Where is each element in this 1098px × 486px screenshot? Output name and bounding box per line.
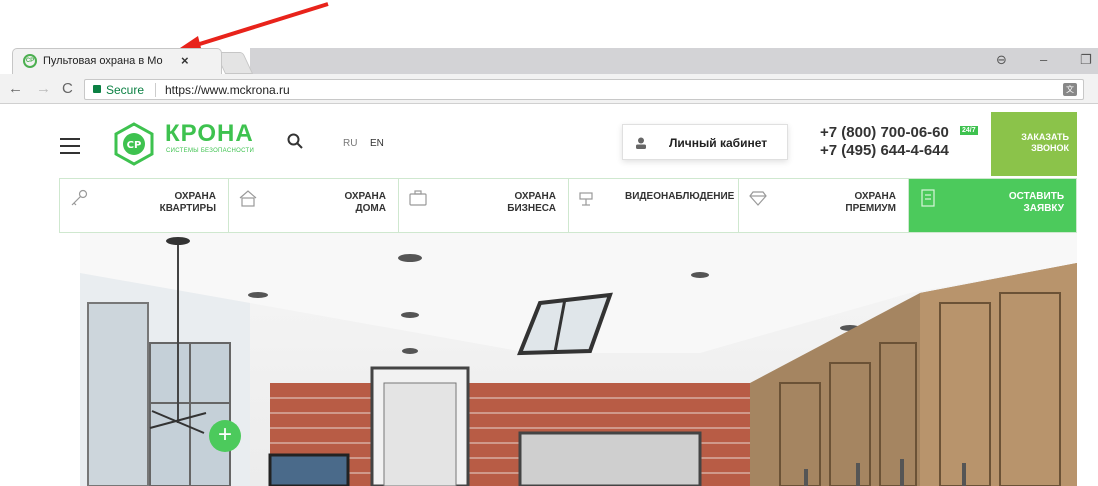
- callback-label: ЗАКАЗАТЬ ЗВОНОК: [1021, 132, 1069, 153]
- browser-tab[interactable]: CP Пультовая охрана в Мо ×: [12, 48, 222, 74]
- url-text[interactable]: https://www.mckrona.ru: [165, 83, 290, 97]
- tab-close-icon[interactable]: ×: [181, 53, 189, 68]
- menu-icon[interactable]: [60, 138, 80, 154]
- lang-en-link[interactable]: EN: [370, 138, 384, 149]
- lock-icon: [93, 85, 101, 93]
- user-icon: [636, 137, 646, 149]
- secure-label: Secure: [106, 83, 145, 97]
- logo-tagline: СИСТЕМЫ БЕЗОПАСНОСТИ: [166, 148, 255, 154]
- nav-house-security[interactable]: ОХРАНА ДОМА: [229, 179, 399, 232]
- lang-ru-link[interactable]: RU: [343, 138, 357, 149]
- phone-secondary[interactable]: +7 (495) 644-4-644: [820, 142, 949, 159]
- nav-apartment-security[interactable]: ОХРАНА КВАРТИРЫ: [60, 179, 229, 232]
- key-icon: [71, 189, 88, 206]
- translate-icon[interactable]: 文: [1063, 83, 1077, 96]
- nav-business-security[interactable]: ОХРАНА БИЗНЕСА: [399, 179, 569, 232]
- nav-label: ОСТАВИТЬ ЗАЯВКУ: [1008, 191, 1064, 214]
- personal-cabinet-button[interactable]: Личный кабинет: [622, 124, 788, 160]
- nav-label: ОХРАНА ПРЕМИУМ: [845, 191, 896, 214]
- tab-strip-background: ⊖ – ❐: [250, 48, 1098, 74]
- restore-button[interactable]: ❐: [1080, 52, 1092, 68]
- search-icon[interactable]: [287, 133, 303, 149]
- forward-button[interactable]: →: [36, 80, 51, 97]
- order-callback-button[interactable]: ЗАКАЗАТЬ ЗВОНОК: [991, 112, 1077, 176]
- url-separator: [155, 83, 156, 97]
- briefcase-icon: [409, 190, 427, 206]
- url-input[interactable]: Secure https://www.mckrona.ru 文: [84, 79, 1084, 100]
- back-button[interactable]: ←: [8, 80, 23, 97]
- svg-text:CP: CP: [127, 140, 142, 151]
- nav-label: ОХРАНА ДОМА: [344, 191, 386, 214]
- document-icon: [921, 189, 935, 207]
- krona-logo-icon[interactable]: CP: [112, 122, 156, 166]
- tab-title: Пультовая охрана в Мо: [43, 55, 163, 67]
- nav-label: ВИДЕОНАБЛЮДЕНИЕ: [625, 191, 735, 202]
- phone-primary[interactable]: +7 (800) 700-06-60: [820, 124, 949, 141]
- minimize-button[interactable]: –: [1040, 52, 1047, 67]
- camera-icon: [579, 192, 593, 206]
- profile-icon[interactable]: ⊖: [996, 52, 1007, 68]
- nav-leave-request[interactable]: ОСТАВИТЬ ЗАЯВКУ: [909, 179, 1076, 232]
- service-nav: ОХРАНА КВАРТИРЫ ОХРАНА ДОМА ОХРАНА БИЗНЕ…: [59, 178, 1077, 233]
- nav-premium-security[interactable]: ОХРАНА ПРЕМИУМ: [739, 179, 909, 232]
- browser-tab-strip: ⊖ – ❐ CP Пультовая охрана в Мо ×: [0, 48, 1098, 74]
- badge-24-7: 24/7: [960, 126, 978, 135]
- house-icon: [239, 190, 257, 207]
- logo-name[interactable]: КРОНА: [165, 120, 254, 148]
- cabinet-label: Личный кабинет: [669, 136, 768, 150]
- nav-label: ОХРАНА КВАРТИРЫ: [159, 191, 216, 214]
- expand-plus-button[interactable]: +: [209, 420, 241, 452]
- reload-button[interactable]: C: [62, 80, 73, 97]
- diamond-icon: [749, 191, 767, 206]
- favicon-icon: CP: [23, 54, 37, 68]
- nav-label: ОХРАНА БИЗНЕСА: [507, 191, 556, 214]
- nav-video-surveillance[interactable]: ВИДЕОНАБЛЮДЕНИЕ: [569, 179, 739, 232]
- address-bar: ← → C Secure https://www.mckrona.ru 文: [0, 74, 1098, 104]
